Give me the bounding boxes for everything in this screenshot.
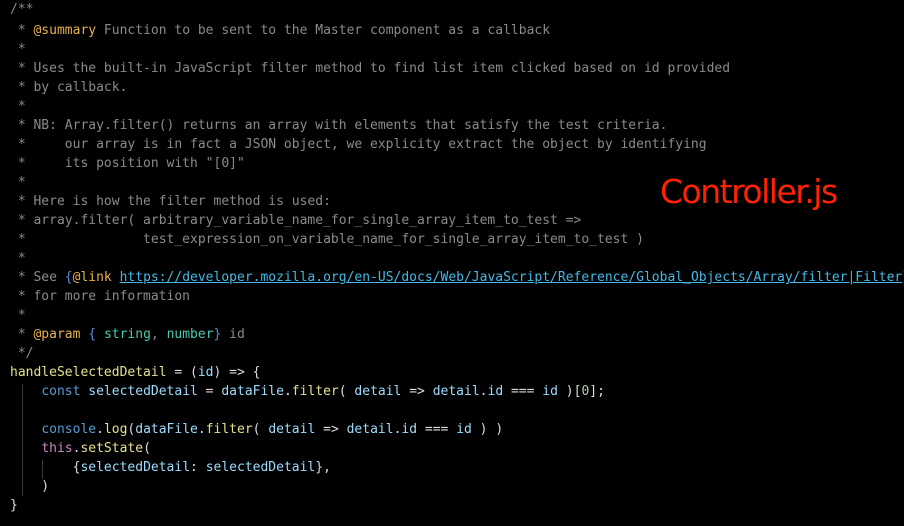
- code-line-10[interactable]: *: [10, 173, 26, 192]
- code-line-13[interactable]: * test_expression_on_variable_name_for_s…: [10, 230, 644, 249]
- comment-text: * NB: Array.filter() returns an array wi…: [10, 118, 668, 133]
- code-line-24[interactable]: this.setState(: [10, 439, 151, 458]
- console-log-statement: console.log(dataFile.filter( detail => d…: [41, 422, 504, 437]
- function-declaration: handleSelectedDetail = (id) => {: [10, 365, 261, 380]
- comment-text: *: [10, 42, 26, 57]
- code-line-18[interactable]: * @param { string, number} id: [10, 325, 245, 344]
- code-line-7[interactable]: * NB: Array.filter() returns an array wi…: [10, 116, 668, 135]
- code-line-17[interactable]: *: [10, 306, 26, 325]
- comment-text: * for more information: [10, 289, 191, 304]
- comment-text: * our array is in fact a JSON object, we…: [10, 137, 707, 152]
- code-line-11[interactable]: * Here is how the filter method is used:: [10, 192, 331, 211]
- comment-text: * its position with "[0]": [10, 156, 245, 171]
- comment-text: * array.filter( arbitrary_variable_name_…: [10, 213, 582, 228]
- code-editor[interactable]: /** * @summary Function to be sent to th…: [0, 0, 904, 526]
- comment-text: *: [10, 308, 26, 323]
- code-line-9[interactable]: * its position with "[0]": [10, 154, 245, 173]
- comment-text: */: [10, 346, 34, 361]
- code-line-25[interactable]: {selectedDetail: selectedDetail},: [10, 458, 331, 477]
- comment-text: *: [10, 99, 26, 114]
- code-line-3[interactable]: *: [10, 40, 26, 59]
- code-line-4[interactable]: * Uses the built-in JavaScript filter me…: [10, 59, 730, 78]
- code-line-12[interactable]: * array.filter( arbitrary_variable_name_…: [10, 211, 582, 230]
- set-state-call: this.setState(: [41, 441, 151, 456]
- code-line-8[interactable]: * our array is in fact a JSON object, we…: [10, 135, 707, 154]
- code-line-2[interactable]: * @summary Function to be sent to the Ma…: [10, 21, 550, 40]
- code-line-14[interactable]: *: [10, 249, 26, 268]
- code-line-1[interactable]: /**: [10, 0, 33, 19]
- comment-text: * test_expression_on_variable_name_for_s…: [10, 232, 644, 247]
- comment-text: * by callback.: [10, 80, 128, 95]
- jsdoc-summary-line: * @summary Function to be sent to the Ma…: [10, 23, 551, 38]
- code-line-27[interactable]: }: [10, 496, 18, 515]
- const-declaration: const selectedDetail = dataFile.filter( …: [41, 384, 605, 399]
- jsdoc-link-line[interactable]: * See {@link https://developer.mozilla.o…: [10, 270, 904, 285]
- code-line-26[interactable]: ): [10, 477, 49, 496]
- code-line-20[interactable]: handleSelectedDetail = (id) => {: [10, 363, 260, 382]
- code-line-21[interactable]: const selectedDetail = dataFile.filter( …: [10, 382, 605, 401]
- jsdoc-param-line: * @param { string, number} id: [10, 327, 245, 342]
- comment-text: * Here is how the filter method is used:: [10, 194, 331, 209]
- comment-text: /**: [10, 2, 34, 17]
- closing-brace: }: [10, 498, 18, 513]
- closing-paren: ): [10, 479, 50, 494]
- comment-text: * Uses the built-in JavaScript filter me…: [10, 61, 731, 76]
- code-line-15[interactable]: * See {@link https://developer.mozilla.o…: [10, 268, 904, 287]
- comment-text: *: [10, 251, 26, 266]
- code-line-6[interactable]: *: [10, 97, 26, 116]
- code-line-23[interactable]: console.log(dataFile.filter( detail => d…: [10, 420, 503, 439]
- code-line-16[interactable]: * for more information: [10, 287, 190, 306]
- code-line-19[interactable]: */: [10, 344, 34, 363]
- code-line-5[interactable]: * by callback.: [10, 78, 128, 97]
- file-name-label: Controller.js: [660, 172, 838, 211]
- comment-text: *: [10, 175, 26, 190]
- state-object: {selectedDetail: selectedDetail},: [10, 460, 331, 475]
